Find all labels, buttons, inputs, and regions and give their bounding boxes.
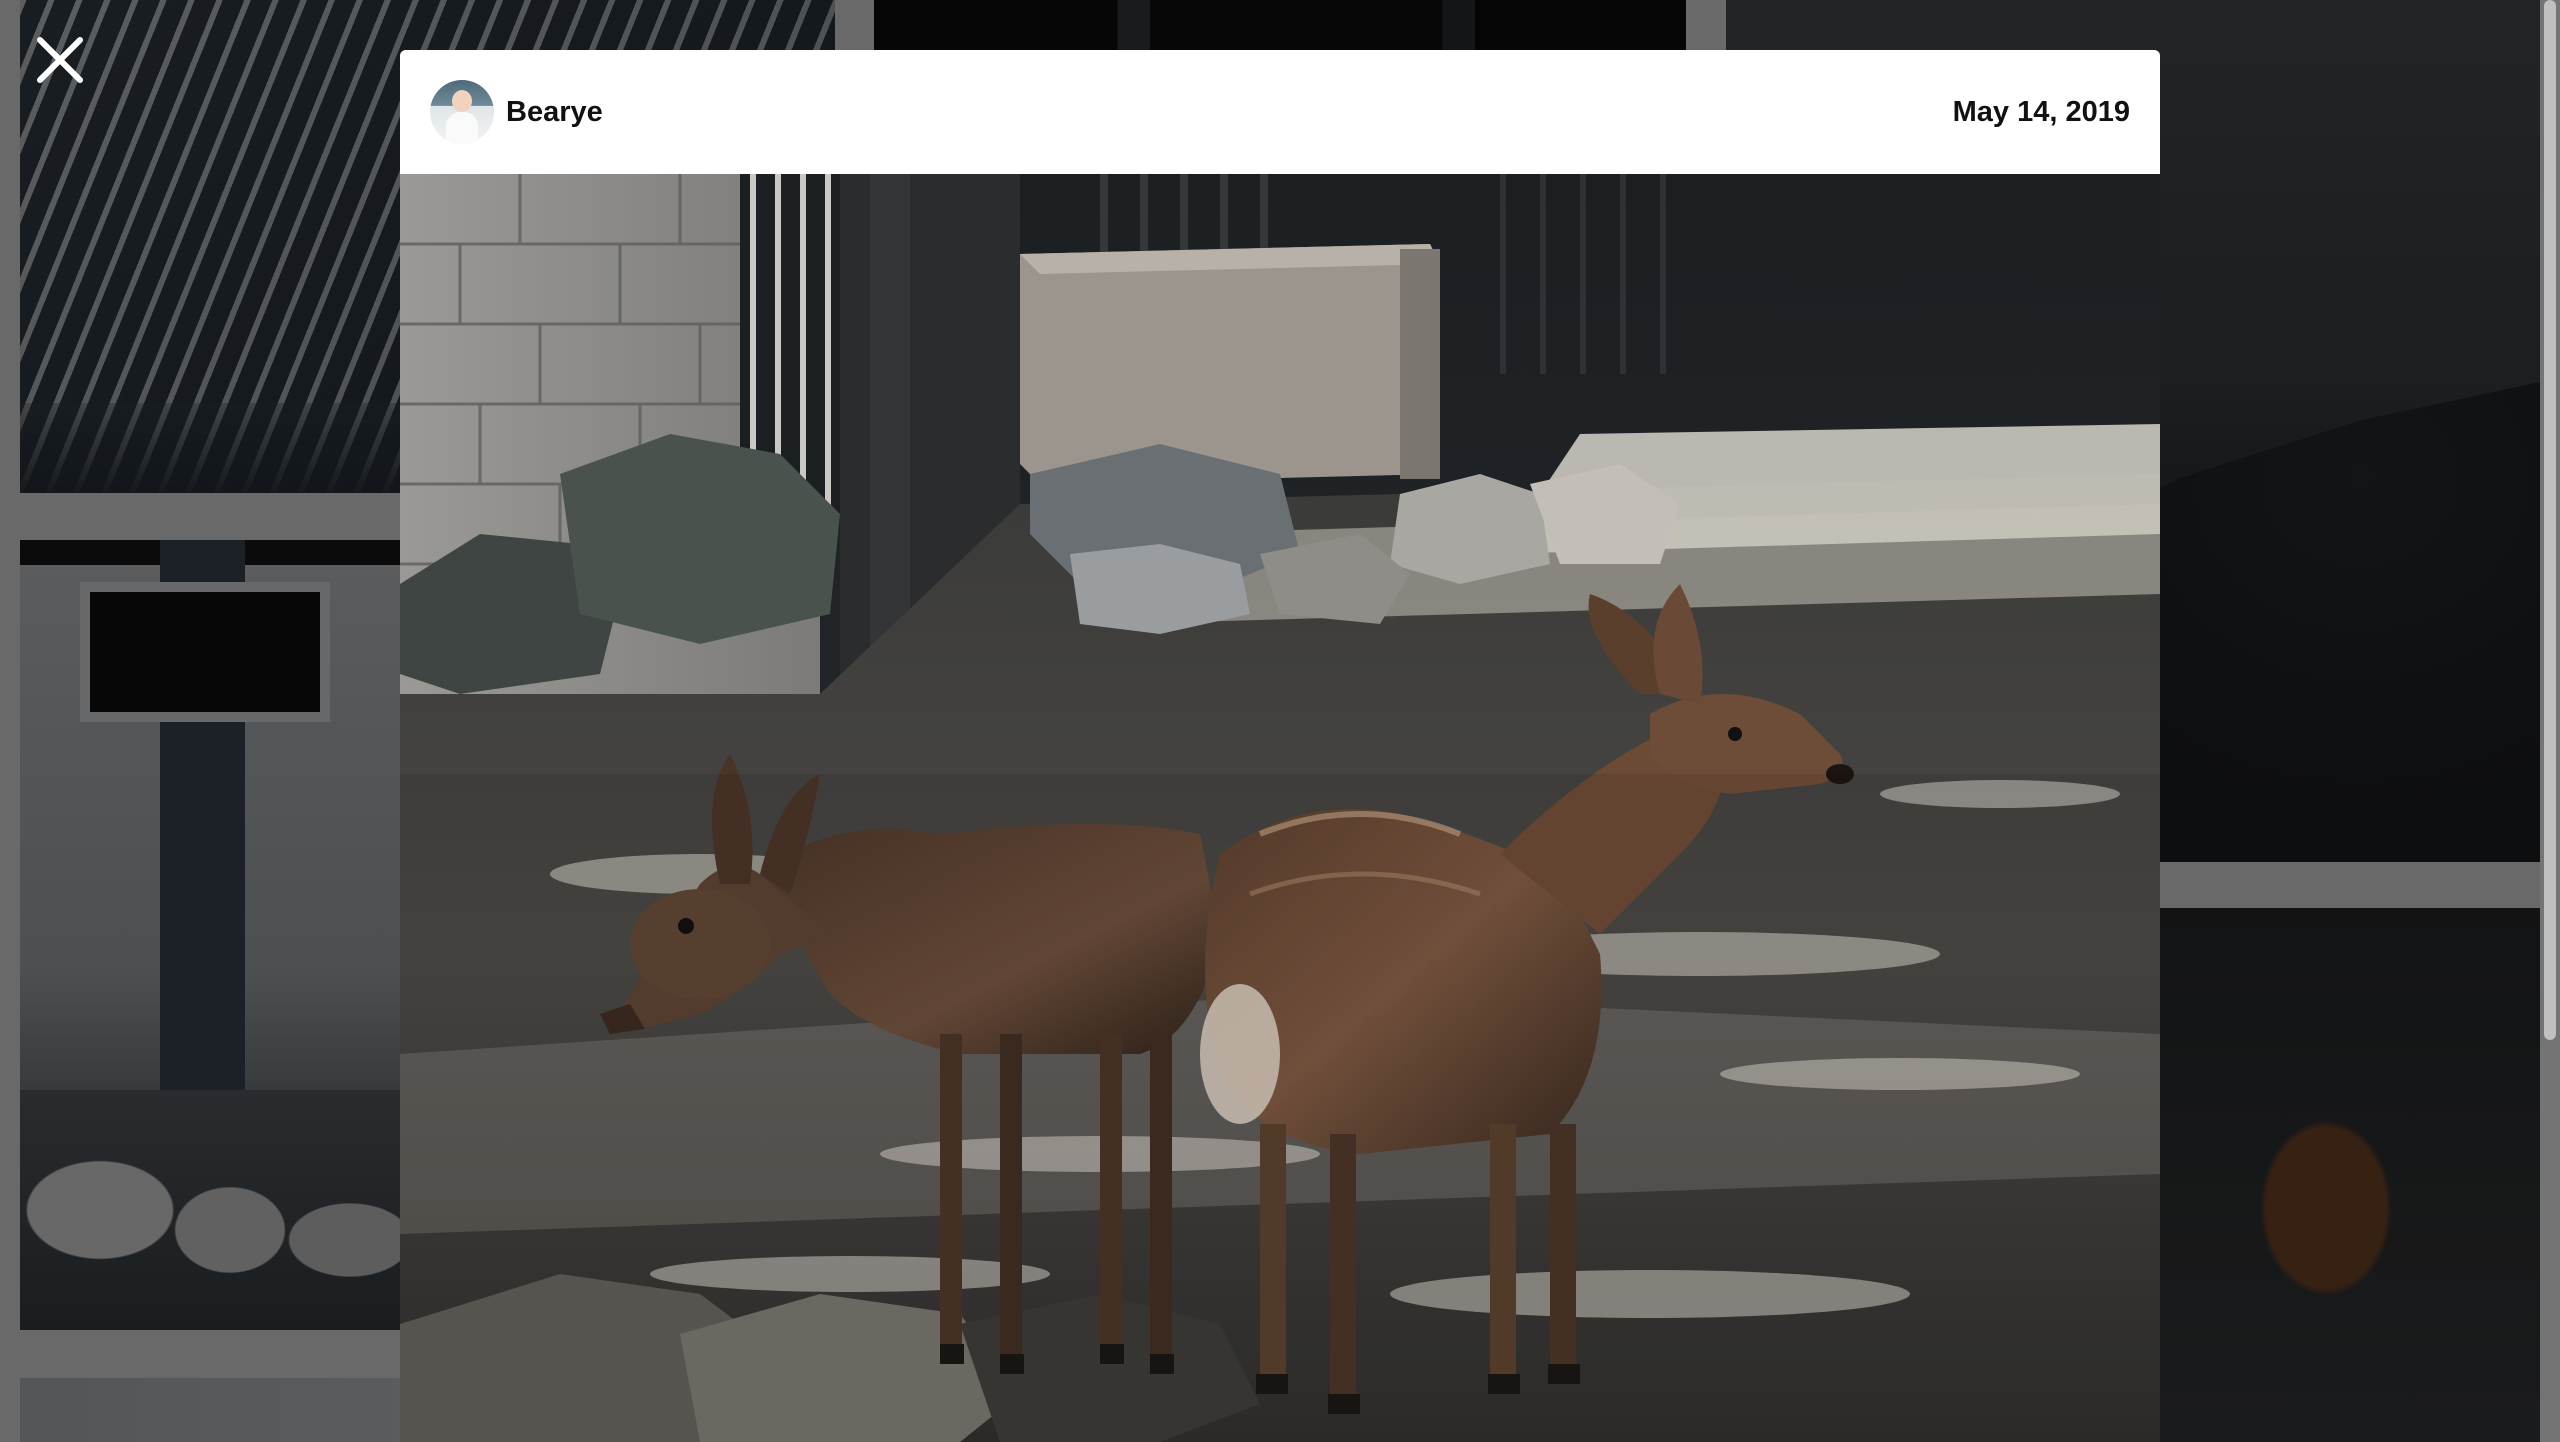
author-name[interactable]: Bearye bbox=[506, 96, 603, 129]
deer-photo-illustration bbox=[400, 174, 2160, 1442]
photo-modal: Bearye May 14, 2019 bbox=[400, 50, 2160, 1442]
photo-modal-header: Bearye May 14, 2019 bbox=[400, 50, 2160, 174]
close-button[interactable] bbox=[30, 30, 90, 90]
scrollbar-thumb[interactable] bbox=[2544, 0, 2556, 1040]
main-photo[interactable] bbox=[400, 174, 2160, 1442]
author-avatar[interactable] bbox=[430, 80, 494, 144]
page-scrollbar[interactable] bbox=[2540, 0, 2560, 1442]
photo-date: May 14, 2019 bbox=[1952, 95, 2130, 128]
close-icon bbox=[37, 37, 83, 83]
photo-viewer-page: Bearye May 14, 2019 bbox=[0, 0, 2560, 1442]
